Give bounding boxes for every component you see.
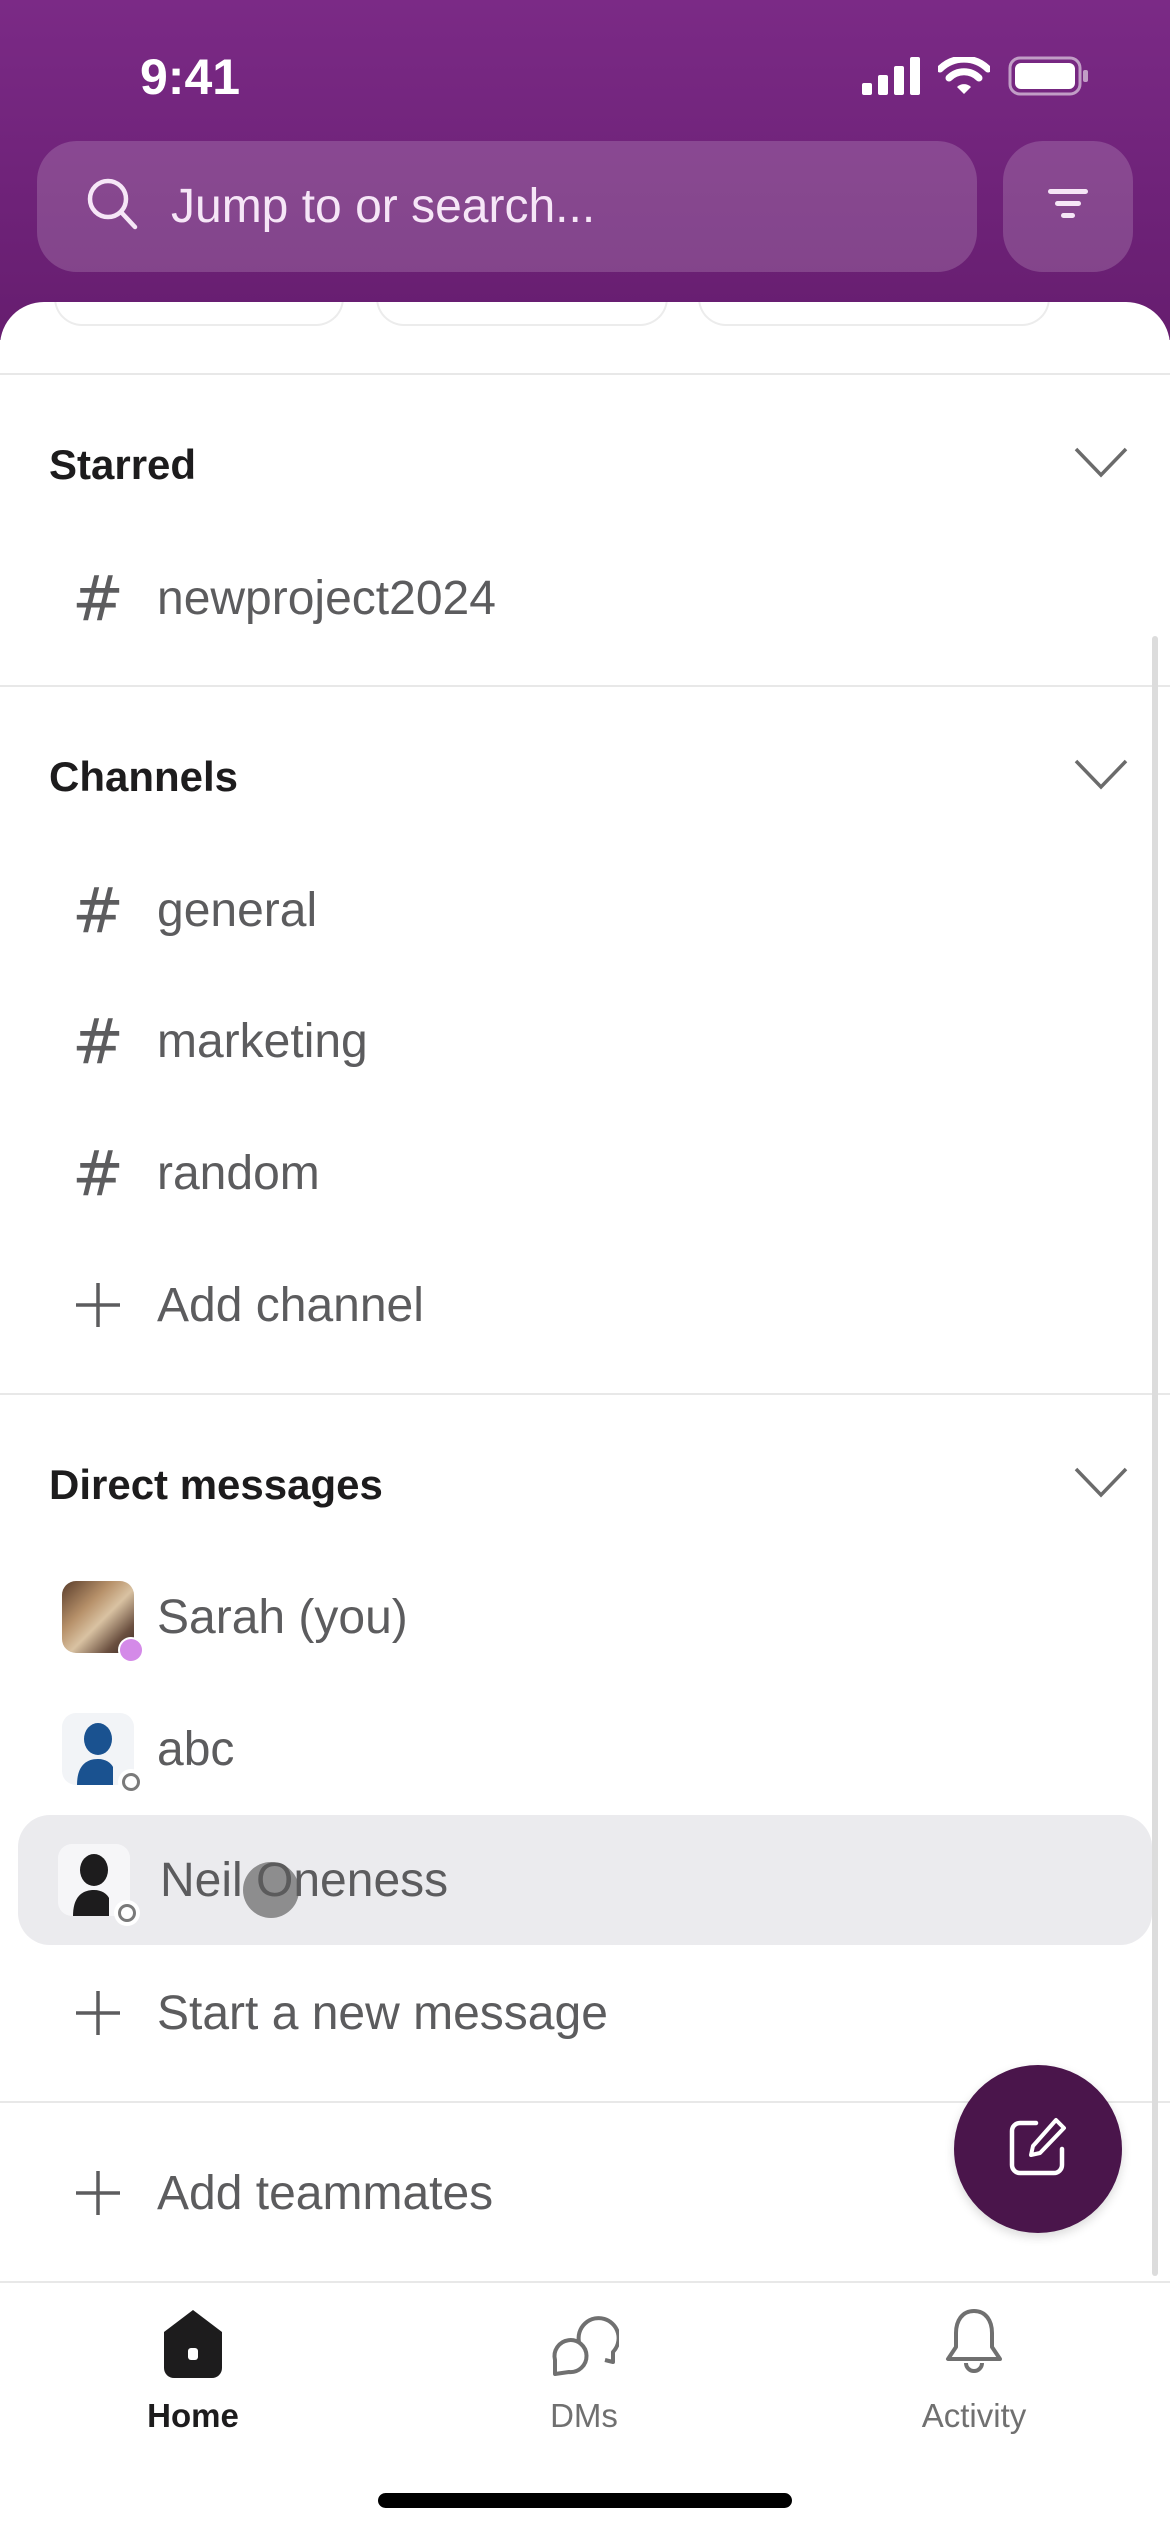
section-title: Channels <box>49 753 239 800</box>
compose-icon <box>1006 2115 1070 2184</box>
tab-activity[interactable]: Activity <box>844 2303 1104 2453</box>
tab-label: DMs <box>550 2397 618 2434</box>
start-new-message-label: Start a new message <box>157 1986 608 2040</box>
filter-button[interactable] <box>1003 141 1133 272</box>
channel-name: random <box>157 1146 320 1200</box>
cellular-signal-icon <box>862 57 920 100</box>
avatar <box>62 1581 144 1663</box>
search-input[interactable]: Jump to or search... <box>37 141 977 272</box>
hash-icon: # <box>72 1004 124 1078</box>
channels-section-header[interactable]: Channels <box>49 732 1129 822</box>
plus-icon <box>58 2153 138 2233</box>
filter-chip[interactable] <box>54 302 344 326</box>
section-title: Starred <box>49 441 197 488</box>
search-placeholder: Jump to or search... <box>171 180 596 233</box>
wifi-icon <box>936 55 992 100</box>
compose-button[interactable] <box>954 2065 1122 2233</box>
divider <box>0 685 1170 687</box>
avatar <box>58 1844 140 1926</box>
bell-icon <box>934 2303 1014 2383</box>
user-icon <box>77 1723 113 1785</box>
tab-dms[interactable]: DMs <box>454 2303 714 2453</box>
dm-row-neil-oneness[interactable]: Neil Oneness <box>18 1815 1152 1945</box>
section-title: Direct messages <box>49 1461 383 1508</box>
plus-icon <box>58 1265 138 1345</box>
divider <box>0 1393 1170 1395</box>
dm-name: abc <box>157 1722 235 1776</box>
channel-row-general[interactable]: # general <box>18 846 1152 974</box>
plus-icon <box>58 1973 138 2053</box>
dm-row-sarah[interactable]: Sarah (you) <box>18 1553 1152 1681</box>
presence-away-icon <box>118 1769 144 1795</box>
touch-indicator <box>243 1862 299 1918</box>
add-teammates-label: Add teammates <box>157 2166 494 2220</box>
battery-icon <box>1008 56 1090 101</box>
presence-active-icon <box>118 1637 144 1663</box>
scrollbar[interactable] <box>1152 636 1158 2276</box>
chevron-down-icon[interactable] <box>1073 443 1129 488</box>
hash-icon: # <box>72 561 124 635</box>
search-icon <box>85 176 141 237</box>
home-indicator[interactable] <box>378 2493 792 2508</box>
filter-chip[interactable] <box>376 302 668 326</box>
chevron-down-icon[interactable] <box>1073 1463 1129 1508</box>
tab-label: Home <box>147 2397 239 2434</box>
app-header: 9:41 Jump to or search... <box>0 0 1170 340</box>
channel-row-random[interactable]: # random <box>18 1109 1152 1237</box>
dms-icon <box>544 2303 624 2383</box>
channel-row-marketing[interactable]: # marketing <box>18 977 1152 1105</box>
starred-section-header[interactable]: Starred <box>49 420 1129 510</box>
channel-row-newproject2024[interactable]: # newproject2024 <box>18 534 1152 662</box>
home-icon <box>153 2303 233 2383</box>
hash-icon: # <box>72 873 124 947</box>
user-icon <box>73 1854 109 1916</box>
add-channel-button[interactable]: Add channel <box>18 1241 1152 1369</box>
dm-name: Neil Oneness <box>160 1853 449 1907</box>
dm-row-abc[interactable]: abc <box>18 1685 1152 1813</box>
dm-name: Sarah (you) <box>157 1590 408 1644</box>
channel-name: newproject2024 <box>157 571 496 625</box>
avatar <box>62 1713 144 1795</box>
filter-chip[interactable] <box>698 302 1050 326</box>
tab-label: Activity <box>921 2397 1027 2434</box>
channel-name: general <box>157 883 318 937</box>
add-channel-label: Add channel <box>157 1278 424 1332</box>
chevron-down-icon[interactable] <box>1073 755 1129 800</box>
dm-section-header[interactable]: Direct messages <box>49 1440 1129 1530</box>
status-icons <box>862 55 1090 101</box>
hash-icon: # <box>72 1136 124 1210</box>
status-time: 9:41 <box>140 49 241 105</box>
tab-home[interactable]: Home <box>63 2303 323 2453</box>
filter-icon <box>1046 184 1090 229</box>
channel-name: marketing <box>157 1014 368 1068</box>
divider <box>0 373 1170 375</box>
start-new-message-button[interactable]: Start a new message <box>18 1949 1152 2077</box>
presence-away-icon <box>114 1900 140 1926</box>
